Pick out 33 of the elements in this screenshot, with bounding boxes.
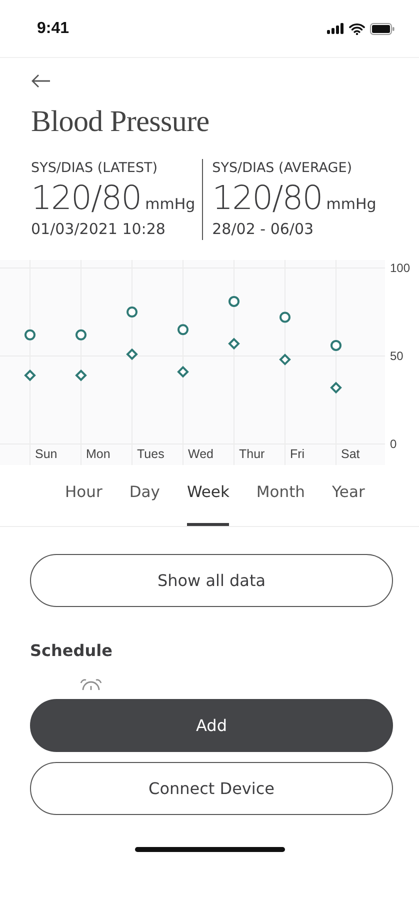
stat-label: SYS/DIAS (AVERAGE)	[212, 159, 354, 177]
battery-icon	[370, 22, 395, 34]
section-heading: Schedule	[30, 641, 114, 660]
period-tab[interactable]: Day	[129, 483, 160, 526]
day-label: Fri	[290, 447, 305, 461]
stat-unit: mmHg	[326, 195, 376, 213]
stat-value: 120/80	[31, 178, 142, 218]
day-label: Mon	[86, 447, 110, 461]
connect-device-button[interactable]: Connect Device	[30, 762, 393, 815]
day-label: Thur	[239, 447, 265, 461]
day-label: Tues	[137, 447, 164, 461]
stat-unit: mmHg	[145, 195, 196, 213]
y-tick-label: 100	[390, 261, 410, 275]
status-time: 9:41	[37, 20, 70, 38]
show-all-data-button[interactable]: Show all data	[30, 554, 393, 607]
stat-detail: 01/03/2021 10:28	[31, 219, 166, 240]
y-tick-label: 0	[390, 437, 397, 451]
stat-detail: 28/02 - 06/03	[212, 219, 315, 240]
stat-label: SYS/DIAS (LATEST)	[31, 159, 159, 177]
period-tab[interactable]: Year	[332, 483, 365, 526]
signal-icon	[327, 23, 344, 34]
y-tick-label: 50	[390, 349, 404, 363]
day-label: Wed	[188, 447, 214, 461]
add-button[interactable]: Add	[30, 699, 393, 752]
period-tab[interactable]: Hour	[65, 483, 102, 526]
day-label: Sat	[341, 447, 360, 461]
period-tab[interactable]: Week	[186, 483, 230, 526]
page-title: Blood Pressure	[31, 105, 210, 139]
wifi-icon	[349, 22, 365, 34]
day-label: Sun	[35, 447, 58, 461]
period-tab[interactable]: Month	[256, 483, 306, 526]
stat-value: 120/80	[212, 178, 322, 218]
back-arrow-icon	[31, 74, 51, 88]
